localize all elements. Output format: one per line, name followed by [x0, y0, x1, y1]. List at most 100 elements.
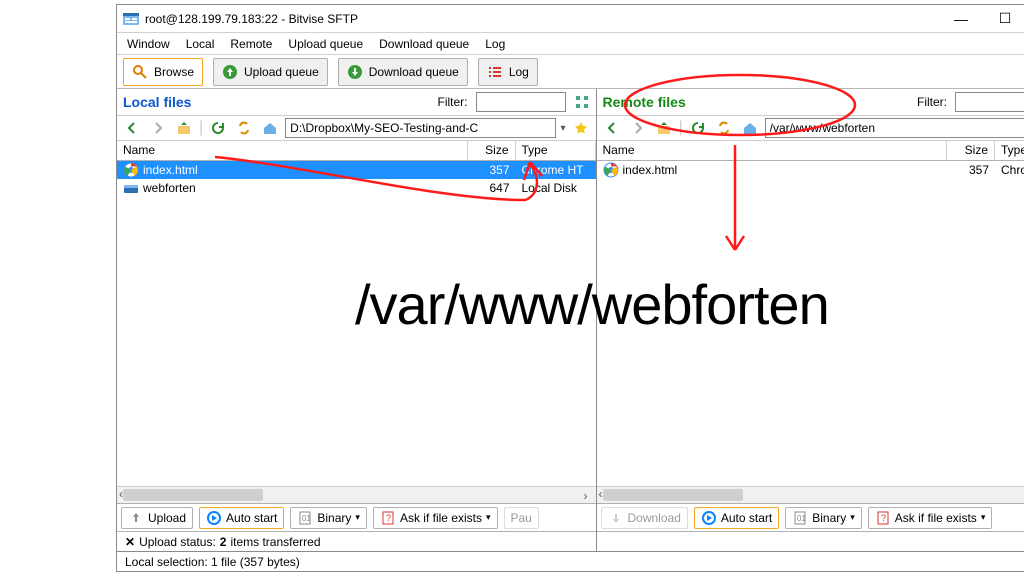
local-refresh-both-button[interactable]: [233, 117, 255, 139]
chevron-down-icon[interactable]: ▾: [486, 512, 491, 523]
local-title: Local files: [123, 94, 191, 110]
selection-status: Local selection: 1 file (357 bytes): [125, 555, 300, 569]
remote-back-button[interactable]: [601, 117, 623, 139]
remote-filter-input[interactable]: [955, 92, 1024, 112]
scrollbar-thumb[interactable]: [603, 489, 743, 501]
scrollbar-thumb[interactable]: [123, 489, 263, 501]
remote-file-type: Chrome HT.: [995, 163, 1024, 177]
remote-col-name[interactable]: Name: [597, 141, 948, 160]
bottom-status-bar: Local selection: 1 file (357 bytes): [117, 551, 1024, 571]
local-file-name: webforten: [143, 181, 196, 195]
chrome-icon: [123, 162, 139, 178]
chevron-down-icon[interactable]: ▾: [850, 512, 855, 523]
menu-upload-queue[interactable]: Upload queue: [288, 37, 363, 51]
local-filter-label: Filter:: [438, 95, 468, 109]
browse-label: Browse: [154, 65, 194, 79]
remote-title: Remote files: [603, 94, 686, 110]
local-filter-input[interactable]: [476, 92, 566, 112]
maximize-button[interactable]: ☐: [983, 5, 1024, 32]
status-count: 2: [220, 535, 227, 549]
download-label: Download: [628, 511, 681, 525]
upload-queue-button[interactable]: Upload queue: [213, 58, 328, 86]
back-icon: [124, 120, 140, 136]
remote-refresh-both-button[interactable]: [713, 117, 735, 139]
ask-if-exists-button[interactable]: ? Ask if file exists ▾: [868, 507, 993, 529]
local-file-row[interactable]: index.html 357 Chrome HT: [117, 161, 596, 179]
local-col-size[interactable]: Size: [468, 141, 516, 160]
remote-column-headers[interactable]: Name Size Type: [597, 141, 1024, 161]
upload-icon: [128, 510, 144, 526]
remote-col-type[interactable]: Type: [995, 141, 1024, 160]
local-bookmark-button[interactable]: [570, 117, 592, 139]
log-button[interactable]: Log: [478, 58, 538, 86]
remote-refresh-button[interactable]: [687, 117, 709, 139]
chevron-down-icon[interactable]: ▾: [355, 512, 360, 523]
binary-button[interactable]: 01 Binary ▾: [785, 507, 862, 529]
browse-button[interactable]: Browse: [123, 58, 203, 86]
local-col-type[interactable]: Type: [516, 141, 596, 160]
local-file-row[interactable]: webforten 647 Local Disk: [117, 179, 596, 197]
app-icon: [123, 13, 139, 25]
download-button[interactable]: Download: [601, 507, 688, 529]
remote-scrollbar[interactable]: ‹ ›: [597, 486, 1024, 503]
upload-label: Upload: [148, 511, 186, 525]
auto-start-button[interactable]: Auto start: [199, 507, 284, 529]
local-forward-button[interactable]: [147, 117, 169, 139]
refresh-icon: [690, 120, 706, 136]
star-icon: [573, 120, 589, 136]
window-title: root@128.199.79.183:22 - Bitvise SFTP: [145, 12, 939, 26]
local-scrollbar[interactable]: ‹ ›: [117, 486, 596, 503]
local-column-headers[interactable]: Name Size Type: [117, 141, 596, 161]
up-folder-icon: [176, 120, 192, 136]
menu-local[interactable]: Local: [186, 37, 215, 51]
chevron-down-icon[interactable]: ▾: [981, 512, 986, 523]
download-queue-button[interactable]: Download queue: [338, 58, 468, 86]
remote-file-row[interactable]: index.html 357 Chrome HT.: [597, 161, 1024, 179]
auto-start-button[interactable]: Auto start: [694, 507, 779, 529]
local-back-button[interactable]: [121, 117, 143, 139]
local-file-list[interactable]: index.html 357 Chrome HT webforten 647 L…: [117, 161, 596, 486]
menu-log[interactable]: Log: [485, 37, 505, 51]
refresh-both-icon: [236, 120, 252, 136]
pause-button[interactable]: Pau: [504, 507, 539, 529]
remote-path-input[interactable]: [765, 118, 1024, 138]
local-up-button[interactable]: [173, 117, 195, 139]
remote-up-button[interactable]: [653, 117, 675, 139]
remote-col-size[interactable]: Size: [947, 141, 995, 160]
binary-button[interactable]: 01 Binary ▾: [290, 507, 367, 529]
menu-window[interactable]: Window: [127, 37, 170, 51]
local-nav: | ▾: [117, 115, 596, 141]
remote-file-name: index.html: [623, 163, 678, 177]
remote-file-list[interactable]: index.html 357 Chrome HT.: [597, 161, 1024, 486]
local-col-name[interactable]: Name: [117, 141, 468, 160]
svg-text:01: 01: [302, 514, 311, 523]
local-pane: Local files Filter: | ▾ Name Size: [117, 89, 597, 551]
remote-forward-button[interactable]: [627, 117, 649, 139]
download-icon: [608, 510, 624, 526]
minimize-button[interactable]: —: [939, 5, 983, 32]
svg-text:?: ?: [881, 513, 886, 523]
local-file-size: 647: [468, 181, 516, 195]
local-path-input[interactable]: [285, 118, 556, 138]
menu-download-queue[interactable]: Download queue: [379, 37, 469, 51]
binary-label: Binary: [317, 511, 351, 525]
home-icon: [262, 120, 278, 136]
local-home-button[interactable]: [259, 117, 281, 139]
ask-label: Ask if file exists: [895, 511, 977, 525]
ask-if-exists-button[interactable]: ? Ask if file exists ▾: [373, 507, 498, 529]
dropdown-icon[interactable]: ▾: [560, 123, 565, 134]
remote-nav: | ▾: [597, 115, 1024, 141]
ask-icon: ?: [875, 510, 891, 526]
view-mode-icon[interactable]: [574, 94, 590, 110]
upload-button[interactable]: Upload: [121, 507, 193, 529]
titlebar: root@128.199.79.183:22 - Bitvise SFTP — …: [117, 5, 1024, 33]
home-icon: [742, 120, 758, 136]
log-label: Log: [509, 65, 529, 79]
search-icon: [132, 64, 148, 80]
menu-remote[interactable]: Remote: [230, 37, 272, 51]
remote-home-button[interactable]: [739, 117, 761, 139]
pause-label: Pau: [511, 511, 532, 525]
remote-file-size: 357: [947, 163, 995, 177]
download-queue-label: Download queue: [369, 65, 459, 79]
local-refresh-button[interactable]: [207, 117, 229, 139]
